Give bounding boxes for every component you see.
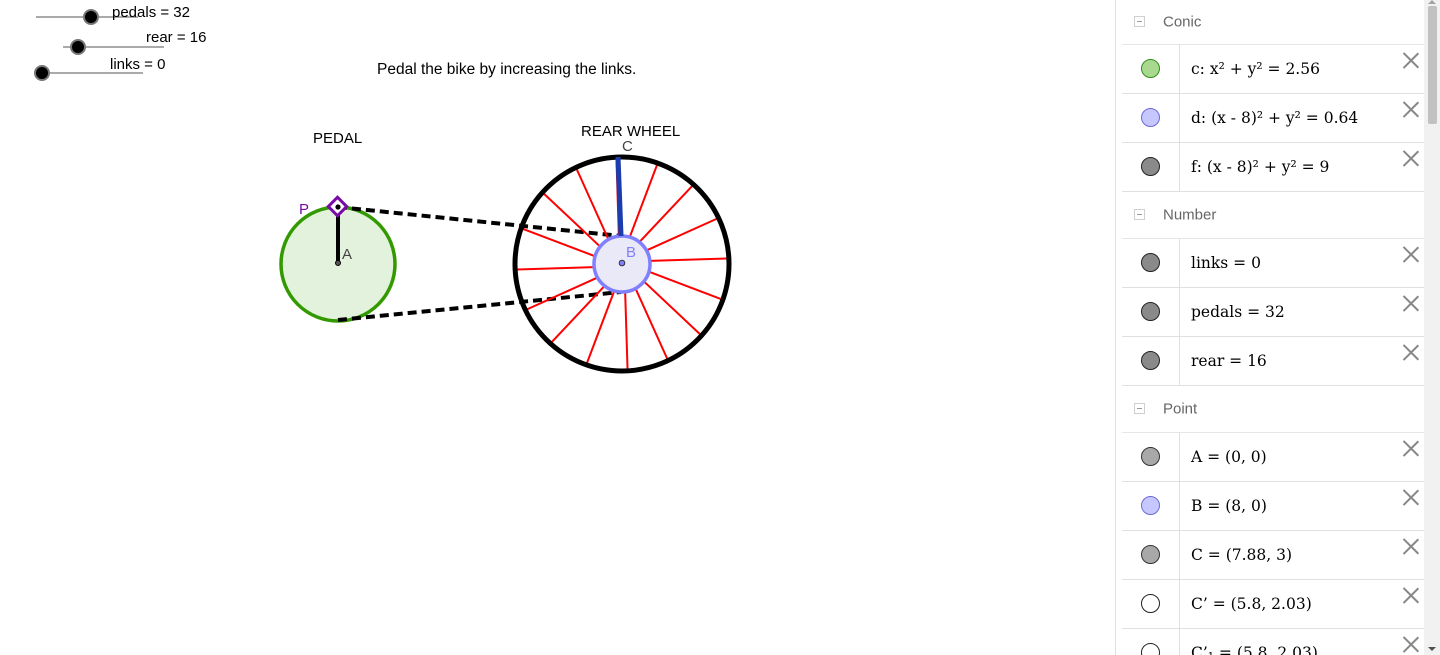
point-P-center xyxy=(335,204,341,210)
algebra-item[interactable]: pedals = 32 xyxy=(1122,288,1424,337)
pedal-title: PEDAL xyxy=(313,130,362,147)
view-splitter[interactable] xyxy=(1115,0,1122,655)
group-header-conic[interactable]: Conic xyxy=(1122,0,1424,45)
visibility-toggle[interactable] xyxy=(1141,351,1160,370)
slider-rear-label: rear = 16 xyxy=(146,29,206,46)
visibility-toggle[interactable] xyxy=(1141,302,1160,321)
scroll-up-arrow-icon[interactable] xyxy=(1428,0,1436,4)
collapse-icon[interactable] xyxy=(1134,209,1145,220)
wheel-valve-segment[interactable] xyxy=(615,156,624,237)
marble-cell xyxy=(1122,531,1180,579)
algebra-item-text[interactable]: C’ = (5.8, 2.03) xyxy=(1191,595,1312,613)
slider-rear-knob[interactable] xyxy=(70,39,86,55)
algebra-item[interactable]: d: (x - 8)² + y² = 0.64 xyxy=(1122,94,1424,143)
marble-cell xyxy=(1122,580,1180,628)
delete-icon[interactable] xyxy=(1402,635,1420,653)
algebra-item-text[interactable]: C’₁ = (5.8, 2.03) xyxy=(1191,644,1318,655)
visibility-toggle[interactable] xyxy=(1141,59,1160,78)
delete-icon[interactable] xyxy=(1402,343,1420,361)
algebra-item[interactable]: B = (8, 0) xyxy=(1122,482,1424,531)
point-P-label: P xyxy=(299,201,309,218)
slider-pedals-knob[interactable] xyxy=(83,9,99,25)
wheel-spoke xyxy=(517,266,595,271)
algebra-scrollbar[interactable] xyxy=(1424,0,1440,655)
visibility-toggle[interactable] xyxy=(1141,108,1160,127)
algebra-item-text[interactable]: rear = 16 xyxy=(1191,352,1267,370)
point-A-label: A xyxy=(342,246,352,263)
delete-icon[interactable] xyxy=(1402,586,1420,604)
point-B[interactable] xyxy=(618,259,626,267)
graphics-canvas[interactable]: pedals = 32 rear = 16 links = 0 Pedal th… xyxy=(0,0,1115,655)
marble-cell xyxy=(1122,288,1180,336)
group-label: Number xyxy=(1163,206,1217,224)
marble-cell xyxy=(1122,482,1180,530)
algebra-item[interactable]: links = 0 xyxy=(1122,239,1424,288)
point-C-label: C xyxy=(622,138,633,155)
marble-cell xyxy=(1122,143,1180,191)
delete-icon[interactable] xyxy=(1402,537,1420,555)
delete-icon[interactable] xyxy=(1402,245,1420,263)
collapse-icon[interactable] xyxy=(1134,16,1145,27)
algebra-item-text[interactable]: f: (x - 8)² + y² = 9 xyxy=(1191,158,1329,176)
visibility-toggle[interactable] xyxy=(1141,447,1160,466)
visibility-toggle[interactable] xyxy=(1141,253,1160,272)
wheel-spoke xyxy=(628,164,658,238)
point-B-label: B xyxy=(626,244,636,261)
marble-cell xyxy=(1122,433,1180,481)
algebra-item-text[interactable]: d: (x - 8)² + y² = 0.64 xyxy=(1191,109,1358,127)
visibility-toggle[interactable] xyxy=(1141,643,1160,655)
marble-cell xyxy=(1122,337,1180,385)
delete-icon[interactable] xyxy=(1402,149,1420,167)
slider-links-knob[interactable] xyxy=(34,65,50,81)
algebra-item-text[interactable]: links = 0 xyxy=(1191,254,1261,272)
algebra-item-text[interactable]: B = (8, 0) xyxy=(1191,497,1267,515)
delete-icon[interactable] xyxy=(1402,439,1420,457)
wheel-spoke xyxy=(522,228,596,258)
slider-links[interactable]: links = 0 xyxy=(34,56,165,81)
algebra-item-text[interactable]: pedals = 32 xyxy=(1191,303,1285,321)
delete-icon[interactable] xyxy=(1402,51,1420,69)
algebra-item-text[interactable]: A = (0, 0) xyxy=(1191,448,1267,466)
group-header-number[interactable]: Number xyxy=(1122,192,1424,239)
algebra-item-text[interactable]: C = (7.88, 3) xyxy=(1191,546,1292,564)
delete-icon[interactable] xyxy=(1402,100,1420,118)
delete-icon[interactable] xyxy=(1402,488,1420,506)
delete-icon[interactable] xyxy=(1402,294,1420,312)
wheel-spoke xyxy=(624,291,629,369)
group-header-point[interactable]: Point xyxy=(1122,386,1424,433)
slider-rear[interactable]: rear = 16 xyxy=(63,29,206,55)
collapse-icon[interactable] xyxy=(1134,403,1145,414)
algebra-item[interactable]: C = (7.88, 3) xyxy=(1122,531,1424,580)
marble-cell xyxy=(1122,629,1180,655)
visibility-toggle[interactable] xyxy=(1141,496,1160,515)
algebra-item[interactable]: rear = 16 xyxy=(1122,337,1424,386)
wheel-spoke xyxy=(648,270,722,300)
algebra-item[interactable]: c: x² + y² = 2.56 xyxy=(1122,45,1424,94)
algebra-view: Conic c: x² + y² = 2.56 d: (x - 8)² + y² =… xyxy=(1122,0,1424,655)
group-label: Point xyxy=(1163,400,1198,418)
marble-cell xyxy=(1122,239,1180,287)
visibility-toggle[interactable] xyxy=(1141,545,1160,564)
algebra-item[interactable]: C’ = (5.8, 2.03) xyxy=(1122,580,1424,629)
visibility-toggle[interactable] xyxy=(1141,594,1160,613)
algebra-item[interactable]: f: (x - 8)² + y² = 9 xyxy=(1122,143,1424,192)
algebra-item[interactable]: A = (0, 0) xyxy=(1122,433,1424,482)
wheel-spoke xyxy=(586,290,616,364)
slider-pedals-label: pedals = 32 xyxy=(112,4,190,21)
marble-cell xyxy=(1122,45,1180,93)
visibility-toggle[interactable] xyxy=(1141,157,1160,176)
scroll-down-arrow-icon[interactable] xyxy=(1428,647,1436,651)
point-A[interactable] xyxy=(335,260,341,266)
instruction-text: Pedal the bike by increasing the links. xyxy=(377,61,636,78)
wheel-spoke xyxy=(649,257,727,262)
slider-links-label: links = 0 xyxy=(110,56,165,73)
algebra-item-text[interactable]: c: x² + y² = 2.56 xyxy=(1191,60,1320,78)
group-label: Conic xyxy=(1163,13,1202,31)
marble-cell xyxy=(1122,94,1180,142)
graphics-view[interactable]: pedals = 32 rear = 16 links = 0 Pedal th… xyxy=(0,0,1115,655)
scroll-thumb[interactable] xyxy=(1428,6,1437,124)
algebra-item[interactable]: C’₁ = (5.8, 2.03) xyxy=(1122,629,1424,655)
slider-pedals[interactable]: pedals = 32 xyxy=(36,4,190,25)
